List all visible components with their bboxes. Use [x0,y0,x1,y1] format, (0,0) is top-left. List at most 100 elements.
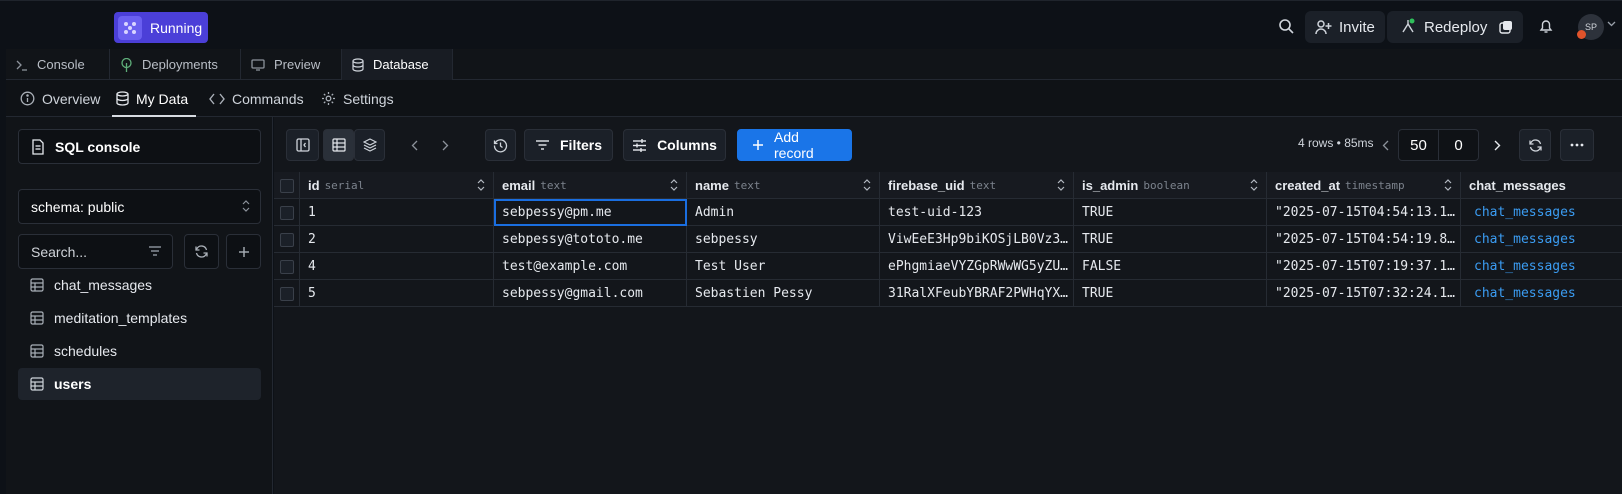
cell-created-at[interactable]: "2025-07-15T04:54:19.8… [1267,226,1461,253]
cell-is-admin[interactable]: TRUE [1074,226,1267,253]
table-search-input[interactable]: Search... [18,234,173,269]
chevron-down-icon[interactable] [1607,21,1616,27]
sort-icon[interactable] [477,179,485,191]
filter-icon[interactable] [148,245,162,257]
column-header-name[interactable]: name text [687,172,880,199]
top-bar: Running Invite Redeploy SP [0,0,1622,49]
next-button[interactable] [430,129,460,161]
cell-created-at[interactable]: "2025-07-15T07:19:37.1… [1267,253,1461,280]
row-select-cell[interactable] [274,226,300,253]
row-checkbox[interactable] [280,205,294,220]
toggle-sidebar-button[interactable] [286,129,319,161]
cell-email[interactable]: sebpessy@tototo.me [494,226,687,253]
cell-is-admin[interactable]: TRUE [1074,199,1267,226]
history-button[interactable] [485,129,516,161]
previous-button[interactable] [399,129,429,161]
cell-chat-messages-link[interactable]: chat_messages [1461,199,1622,226]
column-header-id[interactable]: id serial [300,172,494,199]
cell-firebase-uid[interactable]: test-uid-123 [880,199,1074,226]
subtab-settings[interactable]: Settings [321,80,394,117]
cell-email[interactable]: sebpessy@gmail.com [494,280,687,307]
more-options-button[interactable] [1560,129,1594,161]
cell-chat-messages-link[interactable]: chat_messages [1461,280,1622,307]
tab-database[interactable]: Database [342,49,453,80]
table-row[interactable]: 5 sebpessy@gmail.com Sebastien Pessy 31R… [274,280,1622,307]
row-checkbox[interactable] [280,259,294,274]
select-all-cell[interactable] [274,172,300,199]
previous-page-button[interactable] [1374,129,1396,161]
row-select-cell[interactable] [274,253,300,280]
filters-button[interactable]: Filters [524,129,613,161]
subtab-commands[interactable]: Commands [209,80,304,117]
table-item-meditation-templates[interactable]: meditation_templates [18,302,261,334]
column-header-is-admin[interactable]: is_admin boolean [1074,172,1267,199]
refresh-button[interactable] [1519,129,1551,161]
subtab-my-data[interactable]: My Data [112,80,197,117]
cell-created-at[interactable]: "2025-07-15T07:32:24.1… [1267,280,1461,307]
cell-name[interactable]: sebpessy [687,226,880,253]
column-header-chat-messages[interactable]: chat_messages [1461,172,1622,199]
cell-firebase-uid[interactable]: ViwEeE3Hp9biKOSjLB0Vz3… [880,226,1074,253]
cell-is-admin[interactable]: TRUE [1074,280,1267,307]
table-row[interactable]: 4 test@example.com Test User ePhgmiaeVYZ… [274,253,1622,280]
refresh-tables-button[interactable] [184,234,219,269]
cell-chat-messages-link[interactable]: chat_messages [1461,253,1622,280]
cell-id[interactable]: 2 [300,226,494,253]
schema-select[interactable]: schema: public [18,189,261,224]
cell-id[interactable]: 5 [300,280,494,307]
copy-icon[interactable] [1499,20,1513,34]
cell-id[interactable]: 4 [300,253,494,280]
sort-icon[interactable] [863,179,871,191]
sql-console-label: SQL console [55,138,141,155]
table-item-chat-messages[interactable]: chat_messages [18,269,261,301]
sort-icon[interactable] [1250,179,1258,191]
cell-name[interactable]: Admin [687,199,880,226]
table-item-schedules[interactable]: schedules [18,335,261,367]
cell-firebase-uid[interactable]: 31RalXFeubYBRAF2PWHqYX… [880,280,1074,307]
history-icon [493,138,508,153]
search-icon[interactable] [1274,14,1298,38]
gear-icon [321,91,336,106]
subtab-overview[interactable]: Overview [20,80,100,117]
sort-icon[interactable] [1057,179,1065,191]
tab-deployments[interactable]: Deployments [110,49,241,80]
cell-email[interactable]: sebpessy@pm.me [494,199,687,226]
chevron-left-icon [1382,140,1389,151]
offset-input[interactable]: 0 [1438,129,1479,161]
running-status-button[interactable]: Running [114,12,208,43]
redeploy-button[interactable]: Redeploy [1387,11,1524,43]
row-select-cell[interactable] [274,199,300,226]
sort-icon[interactable] [1444,179,1452,191]
row-select-cell[interactable] [274,280,300,307]
cell-firebase-uid[interactable]: ePhgmiaeVYZGpRWwWG5yZU… [880,253,1074,280]
add-record-button[interactable]: Add record [737,129,852,161]
grid-view-button[interactable] [323,129,354,161]
tab-preview[interactable]: Preview [241,49,342,80]
cell-email[interactable]: test@example.com [494,253,687,280]
page-size-input[interactable]: 50 [1398,129,1439,161]
table-row[interactable]: 1 sebpessy@pm.me Admin test-uid-123 TRUE… [274,199,1622,226]
bell-icon[interactable] [1534,14,1558,38]
cell-name[interactable]: Sebastien Pessy [687,280,880,307]
column-header-created-at[interactable]: created_at timestamp [1267,172,1461,199]
cell-name[interactable]: Test User [687,253,880,280]
layers-view-button[interactable] [354,129,385,161]
sql-console-button[interactable]: SQL console [18,129,261,164]
cell-created-at[interactable]: "2025-07-15T04:54:13.1… [1267,199,1461,226]
sort-icon[interactable] [670,179,678,191]
cell-is-admin[interactable]: FALSE [1074,253,1267,280]
add-table-button[interactable] [226,234,261,269]
cell-id[interactable]: 1 [300,199,494,226]
tab-console[interactable]: Console [6,49,110,80]
table-item-users[interactable]: users [18,368,261,400]
next-page-button[interactable] [1482,129,1512,161]
column-header-firebase-uid[interactable]: firebase_uid text [880,172,1074,199]
cell-chat-messages-link[interactable]: chat_messages [1461,226,1622,253]
column-header-email[interactable]: email text [494,172,687,199]
row-checkbox[interactable] [280,286,294,301]
select-all-checkbox[interactable] [280,178,294,193]
columns-button[interactable]: Columns [623,129,726,161]
table-row[interactable]: 2 sebpessy@tototo.me sebpessy ViwEeE3Hp9… [274,226,1622,253]
row-checkbox[interactable] [280,232,294,247]
invite-button[interactable]: Invite [1305,11,1385,43]
